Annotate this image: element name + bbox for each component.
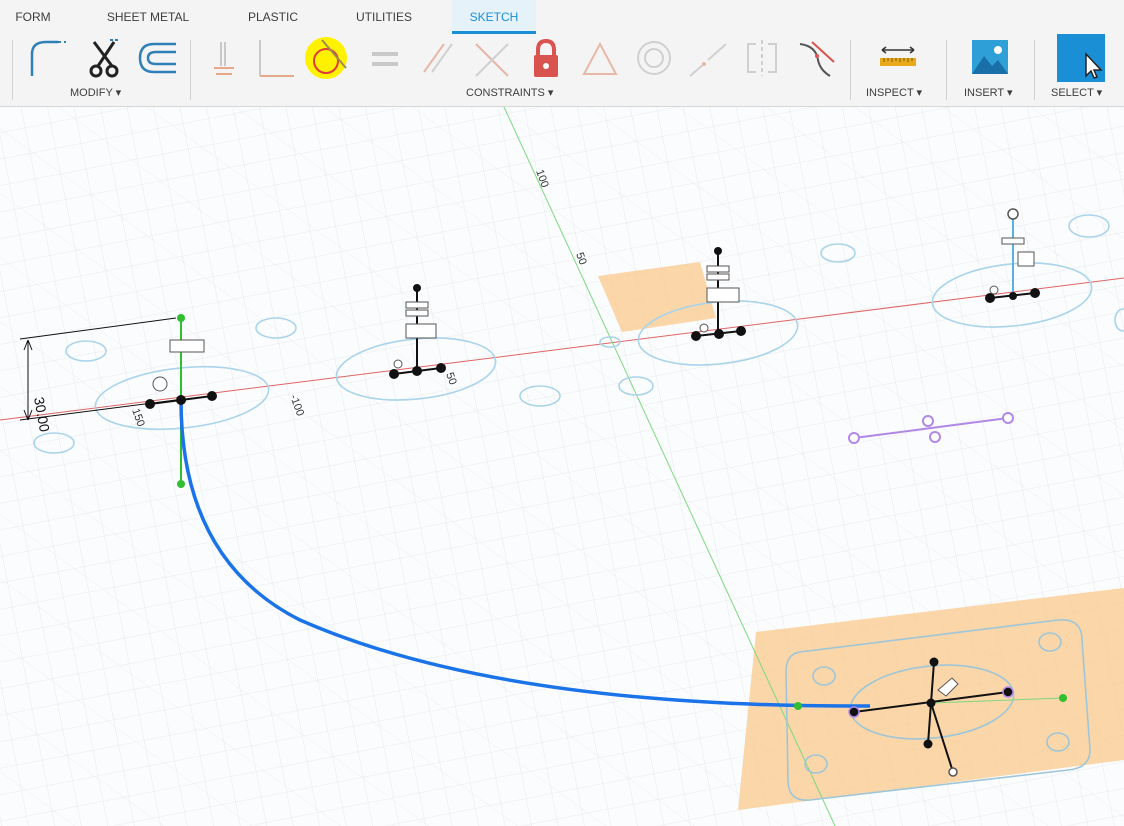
- constraint-glyph[interactable]: [405, 323, 437, 339]
- concentric-icon[interactable]: [632, 36, 676, 80]
- sketch-point[interactable]: [145, 399, 155, 409]
- fillet-icon[interactable]: [24, 36, 68, 80]
- midpoint-icon[interactable]: [578, 36, 622, 80]
- sketch-point[interactable]: [176, 395, 186, 405]
- constraint-glyph[interactable]: [1001, 237, 1025, 245]
- ribbon-tabs: FORM SHEET METAL PLASTIC UTILITIES SKETC…: [0, 0, 1124, 34]
- sketch-point[interactable]: [1059, 694, 1067, 702]
- sketch-point[interactable]: [1030, 288, 1040, 298]
- constraints-dropdown[interactable]: CONSTRAINTS ▾: [466, 86, 553, 99]
- sketch-point[interactable]: [714, 247, 722, 255]
- constraint-glyph[interactable]: [699, 323, 709, 333]
- tab-form[interactable]: FORM: [0, 0, 66, 34]
- curvature-icon[interactable]: [794, 36, 838, 80]
- parallel-icon[interactable]: [416, 36, 460, 80]
- construction-point[interactable]: [848, 432, 860, 444]
- constraint-glyph[interactable]: [706, 265, 730, 273]
- tab-sketch[interactable]: SKETCH: [452, 0, 536, 34]
- equal-icon[interactable]: [362, 36, 406, 80]
- constraint-glyph[interactable]: [989, 285, 999, 295]
- sketch-point[interactable]: [848, 706, 860, 718]
- trim-icon[interactable]: [84, 36, 128, 80]
- sketch-point[interactable]: [1009, 292, 1017, 300]
- sketch-point[interactable]: [923, 739, 933, 749]
- select-dropdown[interactable]: SELECT ▾: [1051, 86, 1102, 99]
- symmetry-icon[interactable]: [740, 36, 784, 80]
- insert-image-icon[interactable]: [968, 36, 1012, 80]
- construction-point[interactable]: [929, 431, 941, 443]
- sketch-point[interactable]: [714, 329, 724, 339]
- fix-unfix-icon[interactable]: [524, 36, 568, 80]
- modify-dropdown[interactable]: MODIFY ▾: [70, 86, 121, 99]
- sketch-point[interactable]: [929, 657, 939, 667]
- tab-utilities[interactable]: UTILITIES: [345, 0, 423, 34]
- sketch-point[interactable]: [413, 284, 421, 292]
- constraint-glyph[interactable]: [405, 309, 429, 317]
- line-endpoint[interactable]: [177, 314, 185, 322]
- constraint-glyph[interactable]: [706, 273, 730, 281]
- constraint-glyph[interactable]: [1017, 251, 1035, 267]
- sketch-point[interactable]: [926, 698, 936, 708]
- sketch-point[interactable]: [985, 293, 995, 303]
- construction-point[interactable]: [922, 415, 934, 427]
- toolbar: MODIFY ▾ CONSTRAINTS ▾ INSPECT ▾ INSERT …: [0, 34, 1124, 107]
- sketch-point[interactable]: [736, 326, 746, 336]
- constraint-glyph[interactable]: [706, 287, 740, 303]
- sketch-point[interactable]: [1007, 208, 1019, 220]
- line-endpoint[interactable]: [177, 480, 185, 488]
- tangent-icon[interactable]: [304, 36, 348, 80]
- constraint-glyph[interactable]: [405, 301, 429, 309]
- horizontal-vertical-icon[interactable]: [204, 36, 248, 80]
- collinear-icon[interactable]: [686, 36, 730, 80]
- sketch-viewport[interactable]: 100 50 -100 50 150 30.00: [0, 107, 1124, 826]
- offset-icon[interactable]: [134, 36, 178, 80]
- constraint-glyph[interactable]: [393, 359, 403, 369]
- inspect-dropdown[interactable]: INSPECT ▾: [866, 86, 922, 99]
- coincident-icon[interactable]: [254, 36, 298, 80]
- sketch-point[interactable]: [1002, 686, 1014, 698]
- sketch-point[interactable]: [948, 767, 958, 777]
- tab-sheet-metal[interactable]: SHEET METAL: [92, 0, 204, 34]
- sketch-point[interactable]: [207, 391, 217, 401]
- constraint-glyph[interactable]: [152, 376, 168, 392]
- measure-icon[interactable]: [876, 36, 920, 80]
- tab-plastic[interactable]: PLASTIC: [236, 0, 310, 34]
- sketch-point[interactable]: [389, 369, 399, 379]
- sketch-point[interactable]: [794, 702, 802, 710]
- construction-point[interactable]: [1002, 412, 1014, 424]
- sketch-point[interactable]: [691, 331, 701, 341]
- sketch-point[interactable]: [412, 366, 422, 376]
- select-cursor-icon[interactable]: [1056, 34, 1106, 82]
- insert-dropdown[interactable]: INSERT ▾: [964, 86, 1013, 99]
- perpendicular-icon[interactable]: [470, 36, 514, 80]
- sketch-point[interactable]: [436, 363, 446, 373]
- constraint-glyph[interactable]: [169, 339, 205, 353]
